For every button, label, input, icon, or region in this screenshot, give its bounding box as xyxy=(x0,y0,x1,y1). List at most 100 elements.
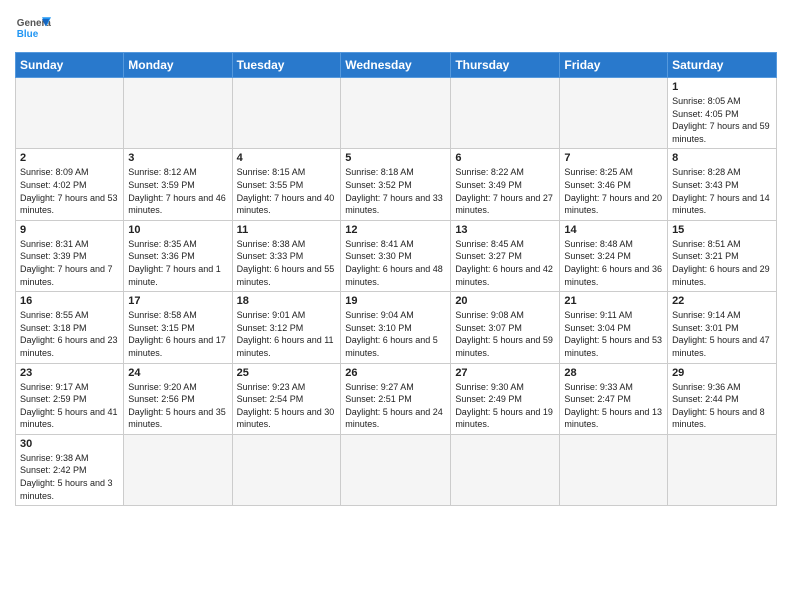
calendar-cell: 28Sunrise: 9:33 AMSunset: 2:47 PMDayligh… xyxy=(560,363,668,434)
day-number: 8 xyxy=(672,152,772,164)
day-info: Sunrise: 9:20 AMSunset: 2:56 PMDaylight:… xyxy=(128,381,227,431)
calendar-cell: 2Sunrise: 8:09 AMSunset: 4:02 PMDaylight… xyxy=(16,149,124,220)
calendar-cell xyxy=(451,78,560,149)
calendar-cell: 5 Sunrise: 8:18 AMSunset: 3:52 PMDaylight… xyxy=(341,149,451,220)
day-info: Sunrise: 9:33 AMSunset: 2:47 PMDaylight:… xyxy=(564,381,663,431)
calendar-cell: 1 Sunrise: 8:05 AMSunset: 4:05 PMDaylight… xyxy=(668,78,777,149)
logo-icon: General Blue xyxy=(15,10,51,46)
day-info: Sunrise: 9:08 AMSunset: 3:07 PMDaylight:… xyxy=(455,309,555,359)
calendar-cell: 6 Sunrise: 8:22 AMSunset: 3:49 PMDaylight… xyxy=(451,149,560,220)
calendar-table: SundayMondayTuesdayWednesdayThursdayFrid… xyxy=(15,52,777,506)
day-number: 12 xyxy=(345,224,446,236)
calendar-cell: 22 Sunrise: 9:14 AMSunset: 3:01 PMDayligh… xyxy=(668,292,777,363)
calendar-cell xyxy=(232,434,341,505)
calendar-cell: 10 Sunrise: 8:35 AMSunset: 3:36 PMDayligh… xyxy=(124,220,232,291)
day-number: 27 xyxy=(455,367,555,379)
day-number: 1 xyxy=(672,81,772,93)
day-info: Sunrise: 8:28 AMSunset: 3:43 PMDaylight:… xyxy=(672,166,772,216)
day-info: Sunrise: 9:27 AMSunset: 2:51 PMDaylight:… xyxy=(345,381,446,431)
calendar-cell: 12 Sunrise: 8:41 AMSunset: 3:30 PMDayligh… xyxy=(341,220,451,291)
day-number: 10 xyxy=(128,224,227,236)
calendar-cell xyxy=(560,434,668,505)
day-info: Sunrise: 9:04 AMSunset: 3:10 PMDaylight:… xyxy=(345,309,446,359)
weekday-header-saturday: Saturday xyxy=(668,53,777,78)
weekday-header-wednesday: Wednesday xyxy=(341,53,451,78)
calendar-cell xyxy=(124,78,232,149)
day-info: Sunrise: 8:05 AMSunset: 4:05 PMDaylight:… xyxy=(672,95,772,145)
calendar-cell: 27 Sunrise: 9:30 AMSunset: 2:49 PMDayligh… xyxy=(451,363,560,434)
calendar-cell: 13 Sunrise: 8:45 AMSunset: 3:27 PMDayligh… xyxy=(451,220,560,291)
day-number: 29 xyxy=(672,367,772,379)
day-info: Sunrise: 9:30 AMSunset: 2:49 PMDaylight:… xyxy=(455,381,555,431)
day-number: 23 xyxy=(20,367,119,379)
day-info: Sunrise: 8:48 AMSunset: 3:24 PMDaylight:… xyxy=(564,238,663,288)
calendar-cell: 14 Sunrise: 8:48 AMSunset: 3:24 PMDayligh… xyxy=(560,220,668,291)
calendar-week-1: 1 Sunrise: 8:05 AMSunset: 4:05 PMDaylight… xyxy=(16,78,777,149)
calendar-cell: 23Sunrise: 9:17 AMSunset: 2:59 PMDayligh… xyxy=(16,363,124,434)
calendar-week-3: 9Sunrise: 8:31 AMSunset: 3:39 PMDaylight… xyxy=(16,220,777,291)
weekday-header-tuesday: Tuesday xyxy=(232,53,341,78)
calendar-cell: 16 Sunrise: 8:55 AMSunset: 3:18 PMDayligh… xyxy=(16,292,124,363)
day-info: Sunrise: 8:25 AMSunset: 3:46 PMDaylight:… xyxy=(564,166,663,216)
day-number: 25 xyxy=(237,367,337,379)
calendar-cell xyxy=(668,434,777,505)
header-area: General Blue xyxy=(15,10,777,46)
day-number: 4 xyxy=(237,152,337,164)
calendar-cell: 21 Sunrise: 9:11 AMSunset: 3:04 PMDayligh… xyxy=(560,292,668,363)
weekday-header-thursday: Thursday xyxy=(451,53,560,78)
day-info: Sunrise: 8:41 AMSunset: 3:30 PMDaylight:… xyxy=(345,238,446,288)
day-info: Sunrise: 9:01 AMSunset: 3:12 PMDaylight:… xyxy=(237,309,337,359)
calendar-cell: 26 Sunrise: 9:27 AMSunset: 2:51 PMDayligh… xyxy=(341,363,451,434)
day-number: 2 xyxy=(20,152,119,164)
calendar-cell: 19Sunrise: 9:04 AMSunset: 3:10 PMDayligh… xyxy=(341,292,451,363)
day-info: Sunrise: 8:55 AMSunset: 3:18 PMDaylight:… xyxy=(20,309,119,359)
day-number: 21 xyxy=(564,295,663,307)
calendar-cell: 9Sunrise: 8:31 AMSunset: 3:39 PMDaylight… xyxy=(16,220,124,291)
day-number: 9 xyxy=(20,224,119,236)
calendar-week-5: 23Sunrise: 9:17 AMSunset: 2:59 PMDayligh… xyxy=(16,363,777,434)
day-info: Sunrise: 8:12 AMSunset: 3:59 PMDaylight:… xyxy=(128,166,227,216)
calendar-cell: 29 Sunrise: 9:36 AMSunset: 2:44 PMDayligh… xyxy=(668,363,777,434)
weekday-header-friday: Friday xyxy=(560,53,668,78)
day-number: 24 xyxy=(128,367,227,379)
calendar-cell xyxy=(341,78,451,149)
day-number: 26 xyxy=(345,367,446,379)
day-number: 6 xyxy=(455,152,555,164)
day-info: Sunrise: 8:18 AMSunset: 3:52 PMDaylight:… xyxy=(345,166,446,216)
calendar-cell: 11 Sunrise: 8:38 AMSunset: 3:33 PMDayligh… xyxy=(232,220,341,291)
calendar-cell: 7 Sunrise: 8:25 AMSunset: 3:46 PMDaylight… xyxy=(560,149,668,220)
svg-text:Blue: Blue xyxy=(17,29,39,40)
day-number: 17 xyxy=(128,295,227,307)
day-info: Sunrise: 8:35 AMSunset: 3:36 PMDaylight:… xyxy=(128,238,227,288)
calendar-week-6: 30Sunrise: 9:38 AMSunset: 2:42 PMDayligh… xyxy=(16,434,777,505)
calendar-cell xyxy=(124,434,232,505)
day-info: Sunrise: 9:38 AMSunset: 2:42 PMDaylight:… xyxy=(20,452,119,502)
day-info: Sunrise: 8:58 AMSunset: 3:15 PMDaylight:… xyxy=(128,309,227,359)
day-info: Sunrise: 9:11 AMSunset: 3:04 PMDaylight:… xyxy=(564,309,663,359)
day-number: 11 xyxy=(237,224,337,236)
day-info: Sunrise: 9:36 AMSunset: 2:44 PMDaylight:… xyxy=(672,381,772,431)
day-number: 15 xyxy=(672,224,772,236)
calendar-week-2: 2Sunrise: 8:09 AMSunset: 4:02 PMDaylight… xyxy=(16,149,777,220)
calendar-cell: 8 Sunrise: 8:28 AMSunset: 3:43 PMDaylight… xyxy=(668,149,777,220)
calendar-cell xyxy=(341,434,451,505)
day-info: Sunrise: 8:22 AMSunset: 3:49 PMDaylight:… xyxy=(455,166,555,216)
weekday-header-row: SundayMondayTuesdayWednesdayThursdayFrid… xyxy=(16,53,777,78)
calendar-cell: 3 Sunrise: 8:12 AMSunset: 3:59 PMDaylight… xyxy=(124,149,232,220)
day-number: 3 xyxy=(128,152,227,164)
day-info: Sunrise: 8:51 AMSunset: 3:21 PMDaylight:… xyxy=(672,238,772,288)
day-info: Sunrise: 8:38 AMSunset: 3:33 PMDaylight:… xyxy=(237,238,337,288)
day-info: Sunrise: 9:14 AMSunset: 3:01 PMDaylight:… xyxy=(672,309,772,359)
day-info: Sunrise: 8:15 AMSunset: 3:55 PMDaylight:… xyxy=(237,166,337,216)
day-number: 16 xyxy=(20,295,119,307)
calendar-cell: 20Sunrise: 9:08 AMSunset: 3:07 PMDayligh… xyxy=(451,292,560,363)
day-number: 14 xyxy=(564,224,663,236)
page: General Blue SundayMondayTuesdayWednesda… xyxy=(0,0,792,516)
day-number: 22 xyxy=(672,295,772,307)
day-number: 5 xyxy=(345,152,446,164)
day-number: 7 xyxy=(564,152,663,164)
day-number: 13 xyxy=(455,224,555,236)
calendar-cell xyxy=(451,434,560,505)
day-info: Sunrise: 8:45 AMSunset: 3:27 PMDaylight:… xyxy=(455,238,555,288)
weekday-header-monday: Monday xyxy=(124,53,232,78)
